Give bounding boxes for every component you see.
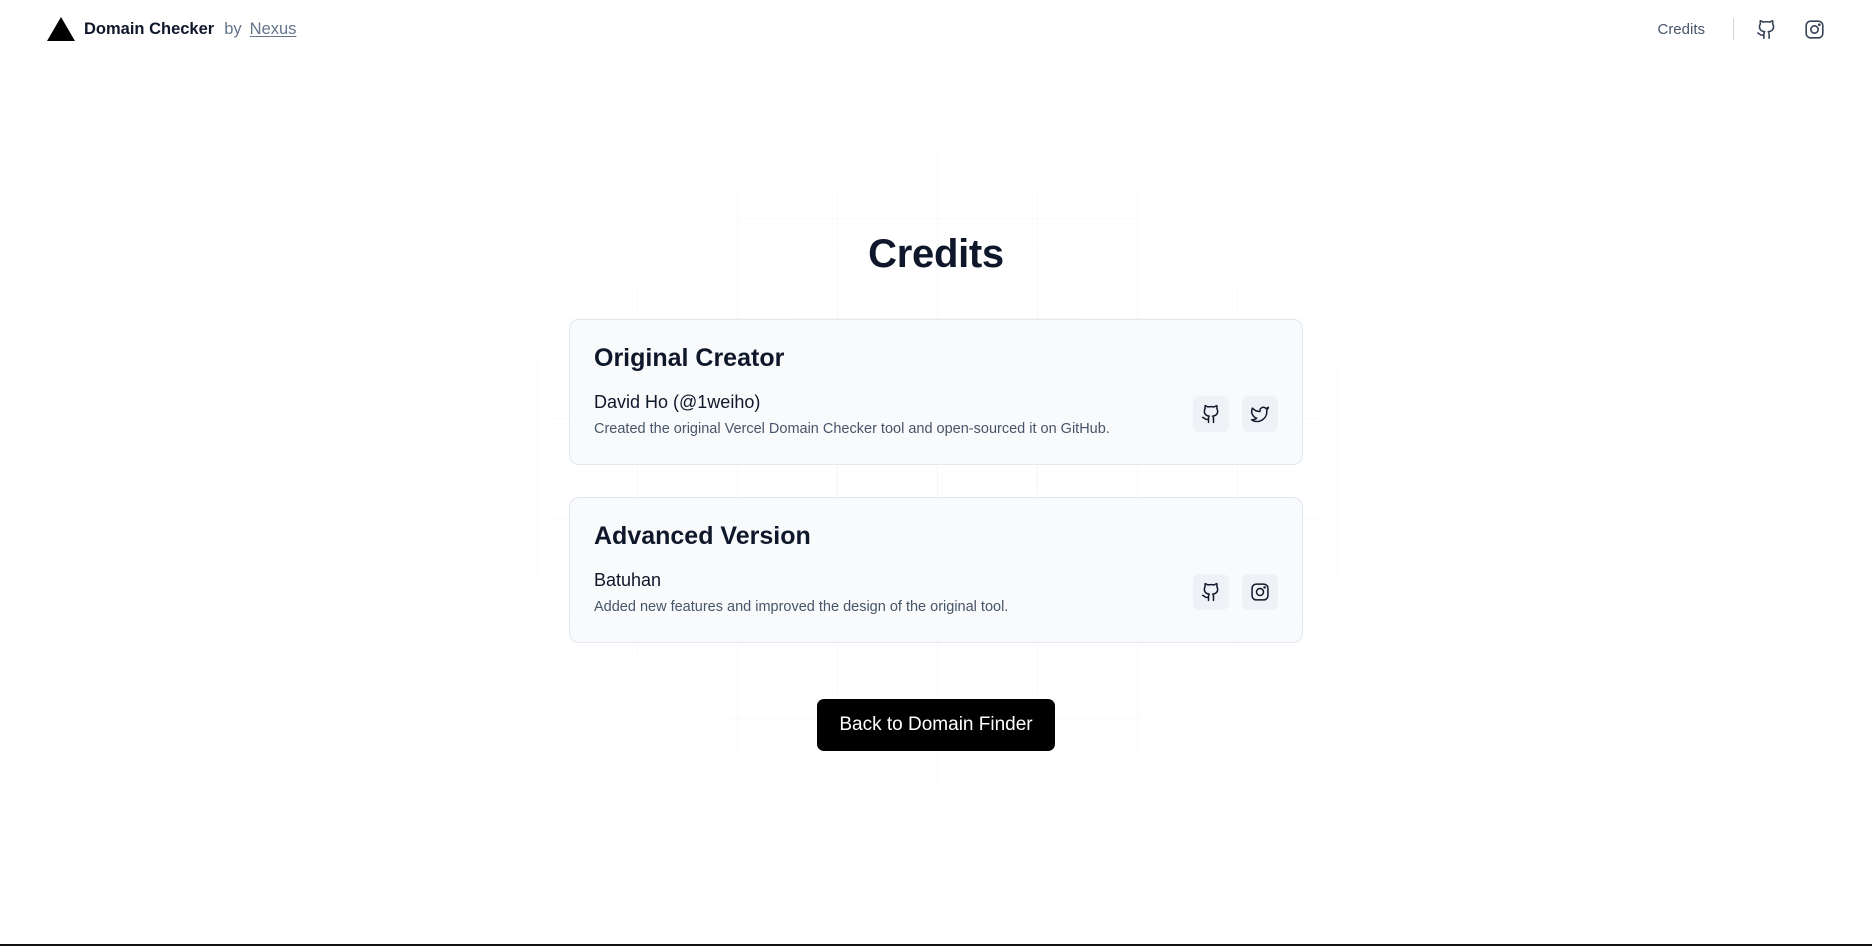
credit-name: Batuhan <box>594 570 662 590</box>
credits-page: Credits Original Creator David Ho (@1wei… <box>0 0 1872 946</box>
nav-divider <box>1733 18 1734 40</box>
credit-card-original-creator: Original Creator David Ho (@1weiho) Crea… <box>569 319 1303 465</box>
instagram-link-button[interactable] <box>1242 574 1278 610</box>
nav-credits-link[interactable]: Credits <box>1657 21 1705 38</box>
credit-description: Created the original Vercel Domain Check… <box>594 421 1110 437</box>
github-icon <box>1201 582 1219 602</box>
instagram-icon <box>1804 19 1824 39</box>
github-icon <box>1756 19 1774 39</box>
brand: Domain Checker by Nexus <box>46 16 296 42</box>
credit-description: Added new features and improved the desi… <box>594 599 1009 615</box>
github-link-button[interactable] <box>1193 574 1229 610</box>
page-title: Credits <box>868 232 1004 276</box>
credit-name: David Ho (@1weiho) <box>594 392 761 412</box>
twitter-link-button[interactable] <box>1242 396 1278 432</box>
card-heading: Original Creator <box>594 344 785 372</box>
app-name: Domain Checker <box>84 19 215 38</box>
header-github-link[interactable] <box>1754 17 1778 41</box>
twitter-icon <box>1250 406 1270 423</box>
by-label: by <box>224 19 242 38</box>
card-links <box>1193 574 1278 610</box>
card-heading: Advanced Version <box>594 522 811 550</box>
back-to-domain-finder-button[interactable]: Back to Domain Finder <box>817 699 1055 751</box>
github-link-button[interactable] <box>1193 396 1229 432</box>
author-link[interactable]: Nexus <box>250 20 297 39</box>
triangle-logo-icon <box>47 17 75 41</box>
top-navbar: Domain Checker by Nexus Credits <box>0 0 1872 58</box>
github-icon <box>1201 404 1219 424</box>
header-instagram-link[interactable] <box>1802 17 1826 41</box>
card-links <box>1193 396 1278 432</box>
instagram-icon <box>1251 583 1269 601</box>
credit-card-advanced-version: Advanced Version Batuhan Added new featu… <box>569 497 1303 643</box>
header-nav: Credits <box>1657 17 1826 41</box>
